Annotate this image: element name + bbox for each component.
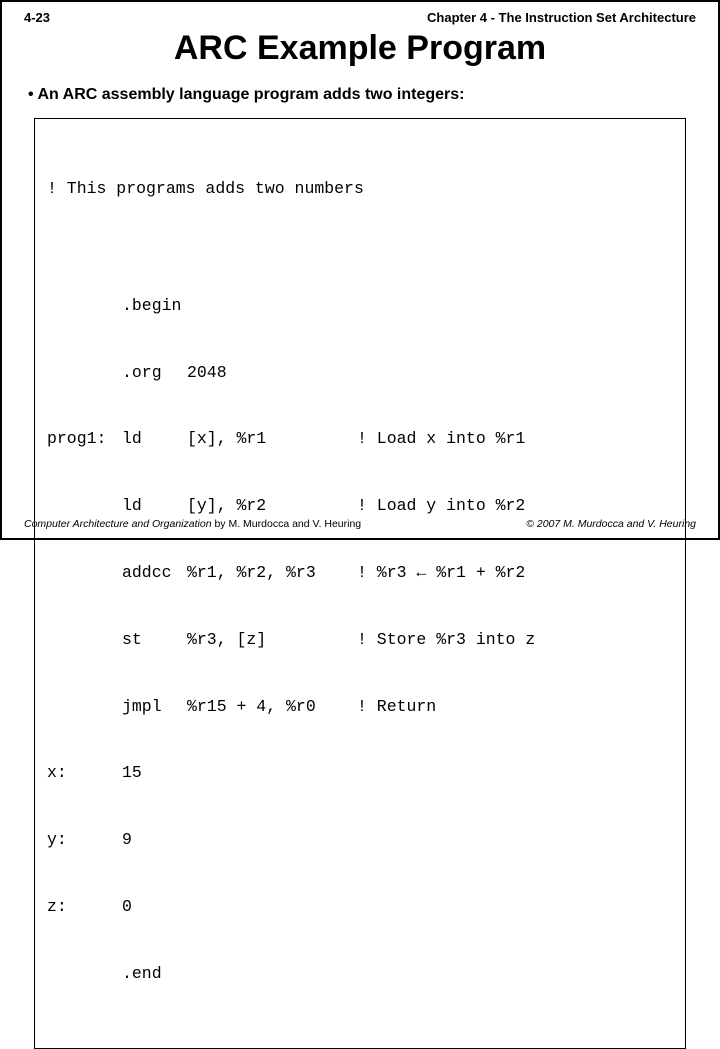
code-comment: ! This programs adds two numbers: [47, 178, 673, 200]
code-line: .org2048: [47, 362, 673, 384]
code-line: z:0: [47, 896, 673, 918]
page-title: ARC Example Program: [24, 29, 696, 68]
code-line: ld[y], %r2! Load y into %r2: [47, 495, 673, 517]
footer-left: Computer Architecture and Organization b…: [24, 518, 361, 530]
footer-authors: by M. Murdocca and V. Heuring: [212, 518, 362, 530]
book-title: Computer Architecture and Organization: [24, 518, 212, 530]
bullet-text: • An ARC assembly language program adds …: [28, 86, 696, 104]
code-line: y:9: [47, 829, 673, 851]
code-listing: ! This programs adds two numbers .begin …: [34, 118, 686, 1049]
code-line: x:15: [47, 762, 673, 784]
code-line: jmpl%r15 + 4, %r0! Return: [47, 696, 673, 718]
chapter-label: Chapter 4 - The Instruction Set Architec…: [427, 10, 696, 25]
footer: Computer Architecture and Organization b…: [24, 518, 696, 530]
slide: 4-23 Chapter 4 - The Instruction Set Arc…: [0, 0, 720, 540]
page-number: 4-23: [24, 10, 50, 25]
code-line: addcc%r1, %r2, %r3! %r3 ← %r1 + %r2: [47, 562, 673, 584]
code-line: st%r3, [z]! Store %r3 into z: [47, 629, 673, 651]
code-line: prog1:ld[x], %r1! Load x into %r1: [47, 428, 673, 450]
code-line: .begin: [47, 295, 673, 317]
header-row: 4-23 Chapter 4 - The Instruction Set Arc…: [24, 10, 696, 25]
code-line: .end: [47, 963, 673, 985]
footer-copyright: © 2007 M. Murdocca and V. Heuring: [526, 518, 696, 530]
